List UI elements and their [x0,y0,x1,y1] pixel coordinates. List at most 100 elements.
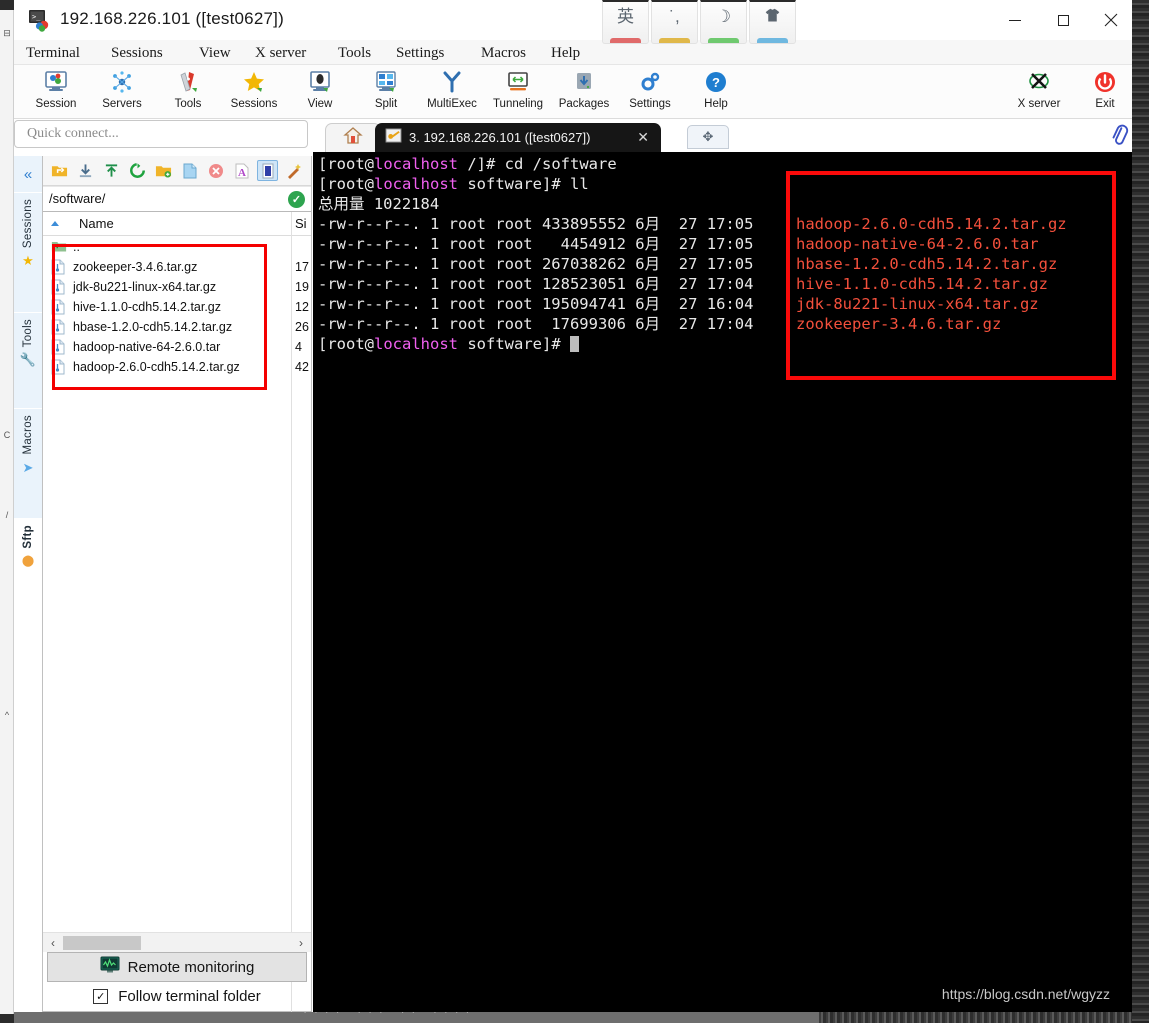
remote-monitoring-button[interactable]: Remote monitoring [47,952,307,982]
file-icon [51,259,67,275]
list-item-name: hive-1.1.0-cdh5.14.2.tar.gz [73,300,222,314]
list-item[interactable]: hbase-1.2.0-cdh5.14.2.tar.gz 26 [43,317,311,337]
collapse-sidebar-button[interactable]: « [14,156,42,192]
ime-night-mode[interactable]: ☽ [700,0,747,44]
toolbar-xserver-button[interactable]: X server [1005,68,1073,118]
terminal-host: localhost [374,335,458,353]
toolbar-settings-button[interactable]: Settings [616,68,684,118]
list-item-name: hadoop-2.6.0-cdh5.14.2.tar.gz [73,360,240,374]
terminal-command: ll [569,175,589,193]
toolbar-sessions-button[interactable]: Sessions [220,68,288,118]
file-icon [51,359,67,375]
svg-text:A: A [238,167,246,179]
quick-connect-input[interactable]: Quick connect... [14,120,308,148]
menu-terminal[interactable]: Terminal [20,42,86,64]
home-tab[interactable] [325,123,381,152]
terminal-tab-active[interactable]: 3. 192.168.226.101 ([test0627]) ✕ [375,123,661,152]
list-item[interactable]: hadoop-2.6.0-cdh5.14.2.tar.gz 42 [43,357,311,377]
toolbar-view-label: View [307,98,333,110]
list-item-size: 42 [295,360,309,374]
toolbar-packages-button[interactable]: Packages [550,68,618,118]
help-icon: ? [704,68,728,96]
ime-skin-toggle[interactable] [749,0,796,44]
list-item[interactable]: jdk-8u221-linux-x64.tar.gz 19 [43,277,311,297]
terminal-prompt-line: [root@localhost software]# [318,334,579,354]
settings-gear-icon [638,68,662,96]
download-icon[interactable] [75,160,96,181]
hscroll-left-arrow[interactable]: ‹ [43,936,63,950]
toolbar-servers-button[interactable]: Servers [88,68,156,118]
refresh-icon[interactable] [127,160,148,181]
close-icon[interactable]: ✕ [637,129,649,146]
terminal-tab-label: 3. 192.168.226.101 ([test0627]) [409,130,591,145]
toolbar-view-button[interactable]: View [286,68,354,118]
sidebar-tab-tools[interactable]: Tools 🔧 [14,312,42,408]
menu-sessions[interactable]: Sessions [105,42,169,64]
sort-asc-icon[interactable] [51,221,59,226]
maximize-button[interactable] [1039,0,1087,40]
toolbar-session-button[interactable]: Session [22,68,90,118]
toolbar-tunneling-button[interactable]: Tunneling [484,68,552,118]
follow-terminal-folder-checkbox[interactable]: ✓ [93,988,109,1004]
column-name-header[interactable]: Name [79,216,114,231]
new-folder-icon[interactable] [153,160,174,181]
ime-language-glyph: 英 [617,7,634,26]
window-title: 192.168.226.101 ([test0627]) [60,9,284,28]
file-icon [51,339,67,355]
upload-icon[interactable] [101,160,122,181]
packages-icon [572,68,596,96]
follow-terminal-folder-row[interactable]: ✓ Follow terminal folder [47,983,307,1009]
column-size-header[interactable]: Si [295,216,307,231]
ime-punctuation-toggle[interactable]: ˙, [651,0,698,44]
multiexec-icon [440,68,464,96]
list-item-name: jdk-8u221-linux-x64.tar.gz [73,280,217,294]
window-left-edge-panel: ⊟ C / ^ [0,10,14,1014]
new-tab-button[interactable]: ✥ [687,125,729,149]
hscroll-thumb[interactable] [63,935,141,950]
list-item[interactable]: hadoop-native-64-2.6.0.tar 4 [43,337,311,357]
session-icon [44,68,68,96]
hscroll-right-arrow[interactable]: › [291,936,311,950]
list-item[interactable]: zookeeper-3.4.6.tar.gz 17 [43,257,311,277]
sftp-path-value: /software/ [49,191,106,206]
toolbar-multiexec-button[interactable]: MultiExec [418,68,486,118]
edit-wand-icon[interactable] [283,160,304,181]
mobaxterm-window: ⊟ C / ^ >_ 192.168.226.101 ([test0627]) … [0,0,1149,1023]
minimize-button[interactable] [991,0,1039,40]
title-bar: >_ 192.168.226.101 ([test0627]) [14,0,1149,40]
menu-help[interactable]: Help [545,42,586,64]
binary-mode-icon[interactable] [257,160,278,181]
sftp-path-bar[interactable]: /software/ ✓ [43,186,311,212]
sidebar-tab-sessions[interactable]: Sessions ★ [14,192,42,312]
delete-icon[interactable] [205,160,226,181]
toolbar-help-button[interactable]: ? Help [682,68,750,118]
ime-toolbar[interactable]: 英 ˙, ☽ [602,0,796,44]
toolbar-split-button[interactable]: Split [352,68,420,118]
new-file-icon[interactable] [179,160,200,181]
menu-view[interactable]: View [193,42,237,64]
menu-settings[interactable]: Settings [390,42,450,64]
terminal-output[interactable]: [root@localhost /]# cd /software [root@l… [313,152,1132,1012]
list-item[interactable]: .. [43,237,311,257]
sidebar-tab-sftp[interactable]: Sftp ⬤ [14,518,42,598]
edge-glyph-top: ⊟ [3,28,11,38]
toolbar-settings-label: Settings [629,98,671,110]
parent-folder-icon[interactable] [49,160,70,181]
text-mode-icon[interactable]: A [231,160,252,181]
menu-tools[interactable]: Tools [332,42,377,64]
menu-x-server[interactable]: X server [249,42,312,64]
quick-connect-placeholder: Quick connect... [27,126,119,141]
close-button[interactable] [1087,0,1135,40]
toolbar-session-label: Session [35,98,77,110]
collapse-chevron-icon: « [23,165,33,183]
tunneling-icon [506,68,530,96]
sidebar-tab-macros[interactable]: Macros ➤ [14,408,42,518]
toolbar-xserver-label: X server [1017,98,1061,110]
toolbar-exit-button[interactable]: Exit [1071,68,1139,118]
list-item[interactable]: hive-1.1.0-cdh5.14.2.tar.gz 12 [43,297,311,317]
menu-macros[interactable]: Macros [475,42,532,64]
toolbar-tools-button[interactable]: Tools [154,68,222,118]
sftp-horizontal-scrollbar[interactable]: ‹ › [43,932,311,952]
annotation-box-terminal-files [786,171,1116,380]
ime-language-toggle[interactable]: 英 [602,0,649,44]
